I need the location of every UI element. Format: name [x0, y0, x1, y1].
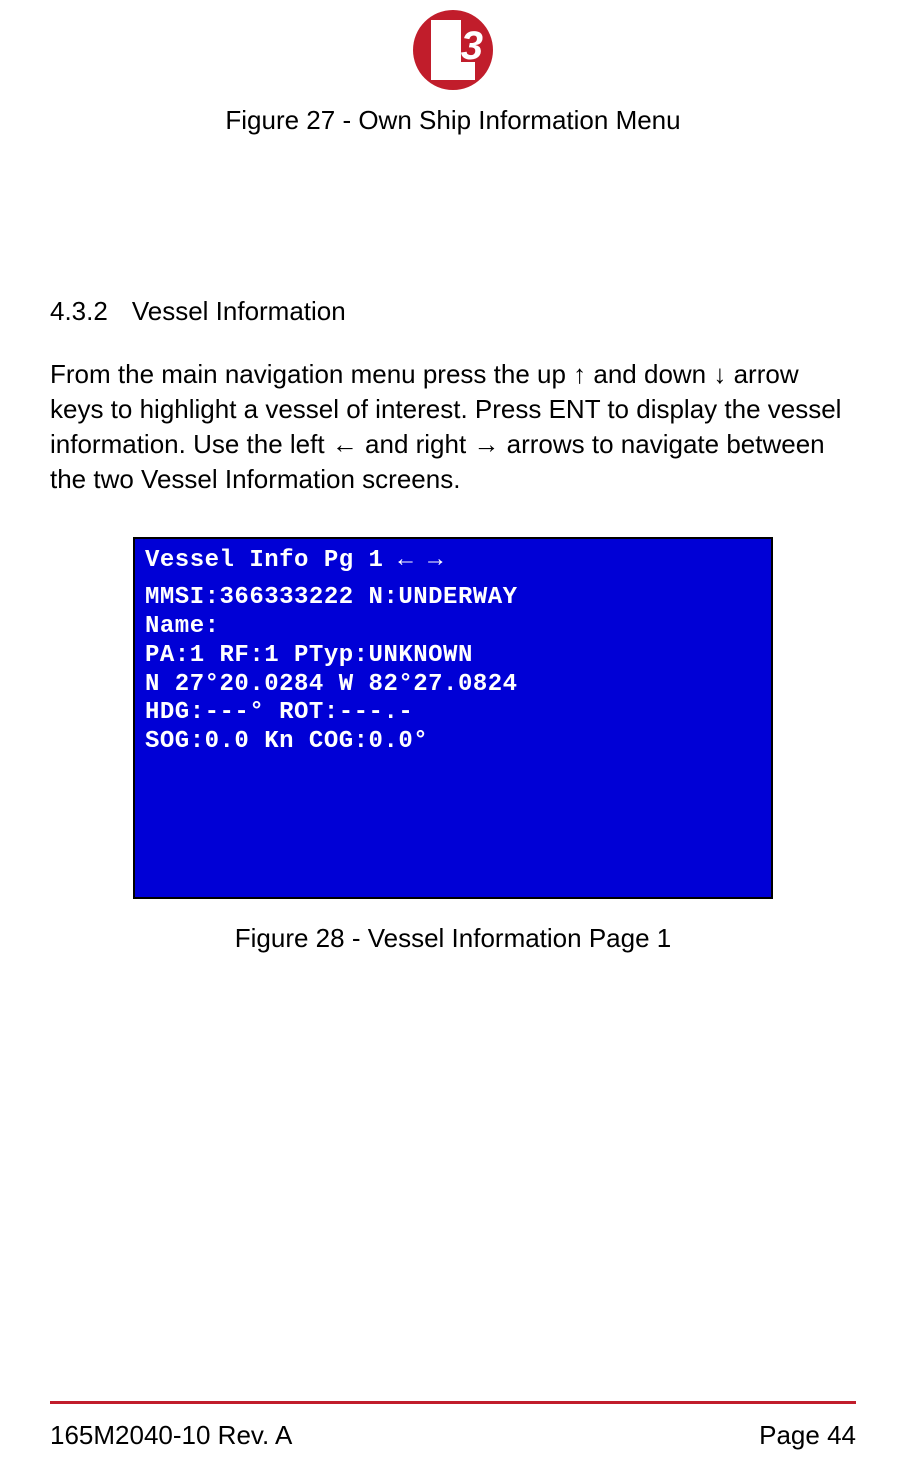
- screen-title: Vessel Info Pg 1 ← →: [145, 547, 761, 576]
- section-title: Vessel Information: [132, 296, 346, 326]
- figure-28-caption: Figure 28 - Vessel Information Page 1: [50, 923, 856, 954]
- screen-line: N 27°20.0284 W 82°27.0824: [145, 671, 761, 700]
- screen-line: MMSI:366333222 N:UNDERWAY: [145, 584, 761, 613]
- section-number: 4.3.2: [50, 296, 108, 327]
- screen-line: HDG:---° ROT:---.-: [145, 699, 761, 728]
- body-paragraph: From the main navigation menu press the …: [50, 357, 856, 497]
- logo-wrap: 3: [50, 10, 856, 95]
- screen-line: SOG:0.0 Kn COG:0.0°: [145, 728, 761, 757]
- logo-3-text: 3: [461, 26, 483, 66]
- screen-line: PA:1 RF:1 PTyp:UNKNOWN: [145, 642, 761, 671]
- footer-left: 165M2040-10 Rev. A: [50, 1420, 292, 1451]
- screen-line: Name:: [145, 613, 761, 642]
- section-heading: 4.3.2 Vessel Information: [50, 296, 856, 327]
- vessel-info-screen: Vessel Info Pg 1 ← → MMSI:366333222 N:UN…: [133, 537, 773, 899]
- footer-right: Page 44: [759, 1420, 856, 1451]
- figure-27-caption: Figure 27 - Own Ship Information Menu: [50, 105, 856, 136]
- page-footer: 165M2040-10 Rev. A Page 44: [50, 1401, 856, 1451]
- l3-logo: 3: [413, 10, 493, 90]
